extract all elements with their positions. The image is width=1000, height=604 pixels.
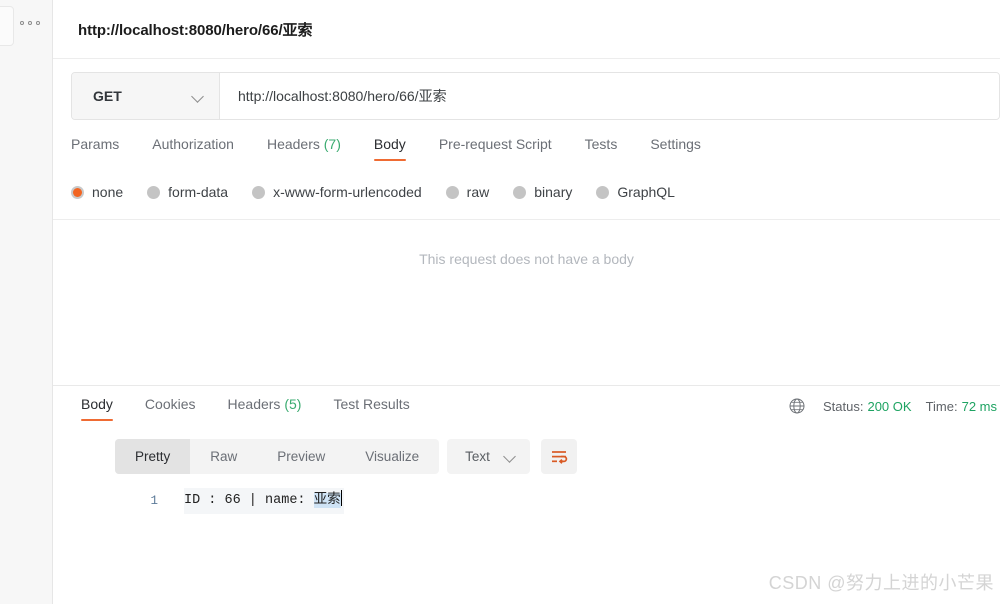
page-title: http://localhost:8080/hero/66/亚索 (78, 22, 313, 39)
empty-body-message: This request does not have a body (419, 251, 634, 267)
body-type-binary[interactable]: binary (513, 184, 572, 200)
radio-icon (445, 185, 459, 199)
tab-settings[interactable]: Settings (650, 136, 701, 161)
format-select[interactable]: Text (447, 439, 530, 474)
radio-label: GraphQL (617, 184, 675, 200)
response-divider (53, 385, 1000, 386)
body-type-none[interactable]: none (71, 184, 123, 200)
view-mode-preview[interactable]: Preview (257, 439, 345, 474)
radio-label: form-data (168, 184, 229, 200)
tab-label: Headers (266, 136, 320, 152)
tab-body[interactable]: Body (373, 136, 406, 161)
line-number: 1 (150, 494, 158, 508)
tab-params[interactable]: Params (71, 136, 119, 161)
chevron-down-icon (192, 90, 205, 103)
status-label: Status: (823, 398, 864, 414)
response-toolbar: Pretty Raw Preview Visualize Text (115, 439, 577, 474)
format-label: Text (465, 449, 490, 464)
method-label: GET (93, 88, 122, 104)
tab-label: Authorization (152, 136, 234, 152)
sidebar-partial-button[interactable] (0, 6, 14, 46)
globe-icon (789, 398, 805, 414)
response-headers-count: (5) (284, 396, 302, 412)
tab-tests[interactable]: Tests (585, 136, 618, 161)
request-body-area: This request does not have a body (53, 219, 1000, 385)
radio-label: binary (534, 184, 573, 200)
tab-label: Headers (227, 396, 281, 412)
radio-icon (596, 185, 610, 199)
view-mode-label: Visualize (365, 449, 420, 464)
time-value: 72 ms (961, 398, 997, 414)
response-tabs: Body Cookies Headers (5) Test Results (65, 396, 426, 421)
main-panel: http://localhost:8080/hero/66/亚索 GET htt… (53, 0, 1000, 604)
tab-label: Params (71, 136, 120, 152)
response-body-line[interactable]: ID : 66 | name: 亚索 (184, 488, 345, 514)
tab-label: Settings (650, 136, 701, 152)
body-type-graphql[interactable]: GraphQL (596, 184, 675, 200)
request-tabs: Params Authorization Headers (7) Body Pr… (71, 136, 1000, 168)
tab-label: Body (81, 396, 113, 412)
time-label: Time: (925, 398, 958, 414)
tab-label: Cookies (144, 396, 196, 412)
response-tab-cookies[interactable]: Cookies (145, 396, 196, 421)
method-select[interactable]: GET (72, 73, 220, 119)
body-type-raw[interactable]: raw (445, 184, 490, 200)
request-title-bar: http://localhost:8080/hero/66/亚索 (53, 0, 1000, 59)
view-mode-label: Pretty (135, 449, 171, 464)
response-body-editor[interactable]: 1 ID : 66 | name: 亚索 (106, 488, 1000, 518)
response-tab-test-results[interactable]: Test Results (333, 396, 409, 421)
response-status-bar: Status: 200 OK Time: 72 ms (789, 398, 997, 414)
three-dots-icon[interactable] (20, 19, 40, 27)
tab-label: Body (373, 136, 406, 152)
response-tab-headers[interactable]: Headers (5) (228, 396, 302, 421)
url-bar: GET http://localhost:8080/hero/66/亚索 (71, 72, 1000, 120)
body-type-x-www-form-urlencoded[interactable]: x-www-form-urlencoded (252, 184, 422, 200)
status-badge: 200 OK (867, 398, 912, 414)
view-mode-label: Preview (277, 449, 326, 464)
radio-icon (513, 185, 527, 199)
tab-authorization[interactable]: Authorization (152, 136, 234, 161)
left-sidebar (0, 0, 53, 604)
radio-icon (71, 185, 84, 199)
view-mode-pretty[interactable]: Pretty (115, 439, 191, 474)
view-mode-raw[interactable]: Raw (190, 439, 257, 474)
url-input[interactable]: http://localhost:8080/hero/66/亚索 (220, 73, 999, 119)
tab-label: Tests (584, 136, 618, 152)
view-mode-label: Raw (210, 449, 238, 464)
body-type-form-data[interactable]: form-data (147, 184, 228, 200)
response-body-selection: 亚索 (313, 493, 341, 508)
tab-headers[interactable]: Headers (7) (267, 136, 341, 161)
radio-icon (252, 185, 266, 199)
tab-label: Test Results (333, 396, 410, 412)
radio-icon (147, 185, 161, 199)
headers-count: (7) (323, 136, 341, 152)
tab-pre-request-script[interactable]: Pre-request Script (439, 136, 552, 161)
wrap-text-icon (551, 450, 568, 464)
view-mode-visualize[interactable]: Visualize (345, 439, 439, 474)
radio-label: x-www-form-urlencoded (273, 184, 422, 200)
radio-label: raw (466, 184, 490, 200)
wrap-text-button[interactable] (540, 439, 577, 474)
postman-window: http://localhost:8080/hero/66/亚索 GET htt… (0, 0, 1000, 604)
tab-label: Pre-request Script (438, 136, 552, 152)
watermark: CSDN @努力上进的小芒果 (768, 573, 994, 593)
body-type-radio-group: none form-data x-www-form-urlencoded raw… (71, 184, 699, 200)
response-body-text: ID : 66 | name: (184, 493, 314, 508)
response-tab-body[interactable]: Body (81, 396, 113, 421)
radio-label: none (92, 184, 124, 200)
chevron-down-icon (504, 450, 517, 463)
view-mode-group: Pretty Raw Preview Visualize (115, 439, 440, 474)
text-caret (340, 490, 343, 506)
